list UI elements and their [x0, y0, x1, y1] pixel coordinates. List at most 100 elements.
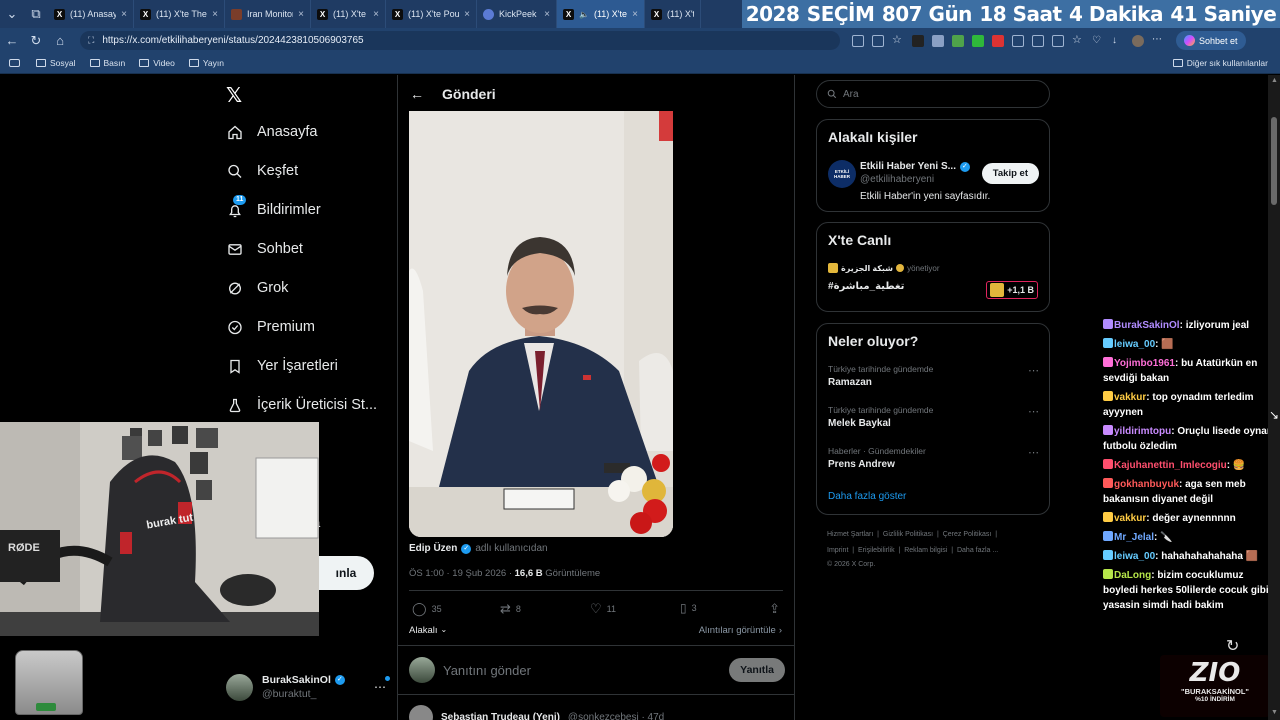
read-aloud-icon[interactable] — [872, 34, 884, 47]
favorite-star-icon[interactable]: ☆ — [892, 34, 904, 47]
show-more-link[interactable]: Daha fazla göster — [828, 491, 906, 502]
home-icon[interactable]: ⌂ — [48, 28, 72, 53]
other-bookmarks[interactable]: Diğer sık kullanılanlar — [1172, 58, 1268, 68]
chat-username[interactable]: yildirimtopu — [1114, 426, 1171, 437]
scroll-thumb[interactable] — [1271, 117, 1277, 205]
close-tab-icon[interactable]: × — [544, 9, 550, 20]
browser-tab[interactable]: Iran Monitor | R × — [225, 0, 311, 28]
footer-link[interactable]: Reklam bilgisi — [904, 547, 947, 554]
reply-input[interactable]: Yanıtını gönder — [443, 663, 721, 678]
menu-dots-icon[interactable]: ⋯ — [1152, 34, 1164, 47]
chat-username[interactable]: leiwa_00 — [1114, 339, 1155, 350]
browser-tab[interactable]: X (11) Anasayfa / X × — [48, 0, 134, 28]
browser-tab[interactable]: X (11) X'te I — [645, 0, 701, 28]
more-icon[interactable]: ⋯ — [1028, 405, 1040, 418]
close-tab-icon[interactable]: × — [298, 9, 304, 20]
view-quotes-link[interactable]: Alıntıları görüntüle › — [699, 625, 782, 636]
sidebar-item-messages[interactable]: Sohbet — [227, 241, 303, 257]
browser-tab[interactable]: X (11) X'te الخطر × — [311, 0, 386, 28]
reload-icon[interactable]: ↻ — [24, 28, 48, 53]
scroll-up-arrow-icon[interactable]: ▲ — [1271, 77, 1278, 84]
sidebar-item-bookmarks[interactable]: Yer İşaretleri — [227, 358, 338, 374]
sidebar-item-notifications[interactable]: 11 Bildirimler — [227, 195, 321, 218]
close-tab-icon[interactable]: × — [212, 9, 218, 20]
account-more-icon[interactable]: ⋯ — [374, 676, 390, 694]
footer-link[interactable]: Daha fazla ... — [957, 547, 998, 554]
audio-playing-icon[interactable]: 🔈 — [579, 10, 589, 19]
browser-tab[interactable]: X (11) X'te The P × — [134, 0, 225, 28]
trend-item[interactable]: Türkiye tarihinde gündemde Ramazan ⋯ — [828, 364, 1040, 388]
chat-username[interactable]: leiwa_00 — [1114, 551, 1155, 562]
extension-a-icon[interactable] — [912, 34, 924, 47]
workspaces-icon[interactable]: ⧉ — [24, 2, 48, 27]
chat-username[interactable]: Mr_Jelal — [1114, 532, 1154, 543]
more-icon[interactable]: ⋯ — [1028, 364, 1040, 377]
extension-e-icon[interactable] — [992, 34, 1004, 47]
footer-link[interactable]: Çerez Politikası — [943, 531, 992, 538]
footer-link[interactable]: Hizmet Şartları — [827, 531, 873, 538]
copilot-heart-icon[interactable]: ♡ — [1092, 35, 1104, 47]
profile-avatar[interactable] — [1132, 34, 1144, 47]
repost-action[interactable]: ⇄ 8 — [500, 601, 521, 617]
close-tab-icon[interactable]: × — [632, 9, 638, 20]
related-person-name[interactable]: Etkili Haber Yeni S... — [860, 160, 956, 173]
browser-tab[interactable]: KickPeek × — [477, 0, 557, 28]
next-reply-row[interactable]: Sebastian Trudeau (Yeni) @sonkezcebesi ·… — [409, 705, 785, 720]
sidebar-toggle-icon[interactable] — [9, 59, 20, 67]
footer-link[interactable]: Gizlilik Politikası — [883, 531, 933, 538]
sidebar-item-home[interactable]: Anasayfa — [227, 124, 317, 140]
url-field[interactable]: ⛶ https://x.com/etkilihaberyeni/status/2… — [80, 31, 840, 50]
bookmark-folder-video[interactable]: Video — [139, 58, 175, 68]
download-icon[interactable]: ↓ — [1112, 35, 1124, 47]
chat-username[interactable]: Kajuhanettin_Imlecogiu — [1114, 460, 1227, 471]
close-tab-icon[interactable]: × — [121, 9, 127, 20]
trend-item[interactable]: Türkiye tarihinde gündemde Melek Baykal … — [828, 405, 1040, 429]
back-icon[interactable]: ← — [0, 28, 24, 53]
reply-button[interactable]: Yanıtla — [729, 658, 785, 682]
back-arrow-icon[interactable]: ← — [410, 86, 424, 102]
close-tab-icon[interactable]: × — [464, 9, 470, 20]
reply-action[interactable]: ◯ 35 — [412, 601, 442, 617]
extension-b-icon[interactable] — [932, 34, 944, 47]
like-action[interactable]: ♡ 11 — [590, 601, 616, 617]
bookmark-folder-yayin[interactable]: Yayın — [188, 58, 224, 68]
copilot-chat-button[interactable]: Sohbet et — [1176, 31, 1246, 50]
extensions-puzzle-icon[interactable] — [1012, 34, 1024, 47]
live-topic[interactable]: #تغطية_مباشرة — [828, 281, 904, 292]
sidebar-item-creator-studio[interactable]: İçerik Üreticisi St... — [227, 397, 377, 413]
post-timestamp[interactable]: ÖS 1:00 · 19 Şub 2026 · — [409, 568, 512, 579]
post-author-name[interactable]: Edip Üzen — [409, 543, 457, 554]
extension-d-icon[interactable] — [972, 34, 984, 47]
follow-button[interactable]: Takip et — [981, 163, 1039, 184]
collections-icon[interactable] — [1052, 34, 1064, 47]
split-screen-icon[interactable] — [1032, 34, 1044, 47]
scroll-down-arrow-icon[interactable]: ▼ — [1271, 709, 1278, 716]
bookmark-action[interactable]: ▯ 3 — [680, 601, 697, 615]
chat-username[interactable]: Yojimbo1961 — [1114, 358, 1175, 369]
post-media-image[interactable] — [409, 111, 673, 537]
browser-tab[interactable]: X (11) X'te Pourie × — [386, 0, 477, 28]
x-logo-icon[interactable]: 𝕏 — [226, 85, 246, 105]
favorites-icon[interactable]: ☆ — [1072, 34, 1084, 47]
chat-username[interactable]: vakkur — [1114, 513, 1146, 524]
live-listeners-badge[interactable]: +1,1 B — [986, 281, 1038, 299]
footer-link[interactable]: Imprint — [827, 547, 848, 554]
extension-c-icon[interactable] — [952, 34, 964, 47]
grid-view-icon[interactable] — [852, 34, 864, 47]
trend-item[interactable]: Haberler · Gündemdekiler Prens Andrew ⋯ — [828, 446, 1040, 470]
account-switcher[interactable]: BurakSakinOl ✓ @buraktut_ ⋯ — [226, 672, 390, 702]
sidebar-item-premium[interactable]: Premium — [227, 319, 315, 335]
chat-username[interactable]: gokhanbuyuk — [1114, 479, 1179, 490]
bookmark-folder-basin[interactable]: Basın — [89, 58, 125, 68]
more-icon[interactable]: ⋯ — [1028, 446, 1040, 459]
chat-username[interactable]: DaLong — [1114, 570, 1151, 581]
tab-list-button[interactable]: ⌄ — [0, 2, 24, 27]
share-icon[interactable]: ⇪ — [769, 601, 780, 617]
sidebar-item-explore[interactable]: Keşfet — [227, 163, 298, 179]
chat-username[interactable]: BurakSakinOl — [1114, 320, 1180, 331]
relevant-sort[interactable]: Alakalı ⌄ — [409, 625, 447, 636]
search-box[interactable]: Ara — [816, 80, 1050, 108]
page-info-icon[interactable]: ⛶ — [88, 35, 94, 46]
bookmark-folder-sosyal[interactable]: Sosyal — [36, 58, 76, 68]
browser-tab[interactable]: X 🔈 (11) X'te E × — [557, 0, 645, 28]
